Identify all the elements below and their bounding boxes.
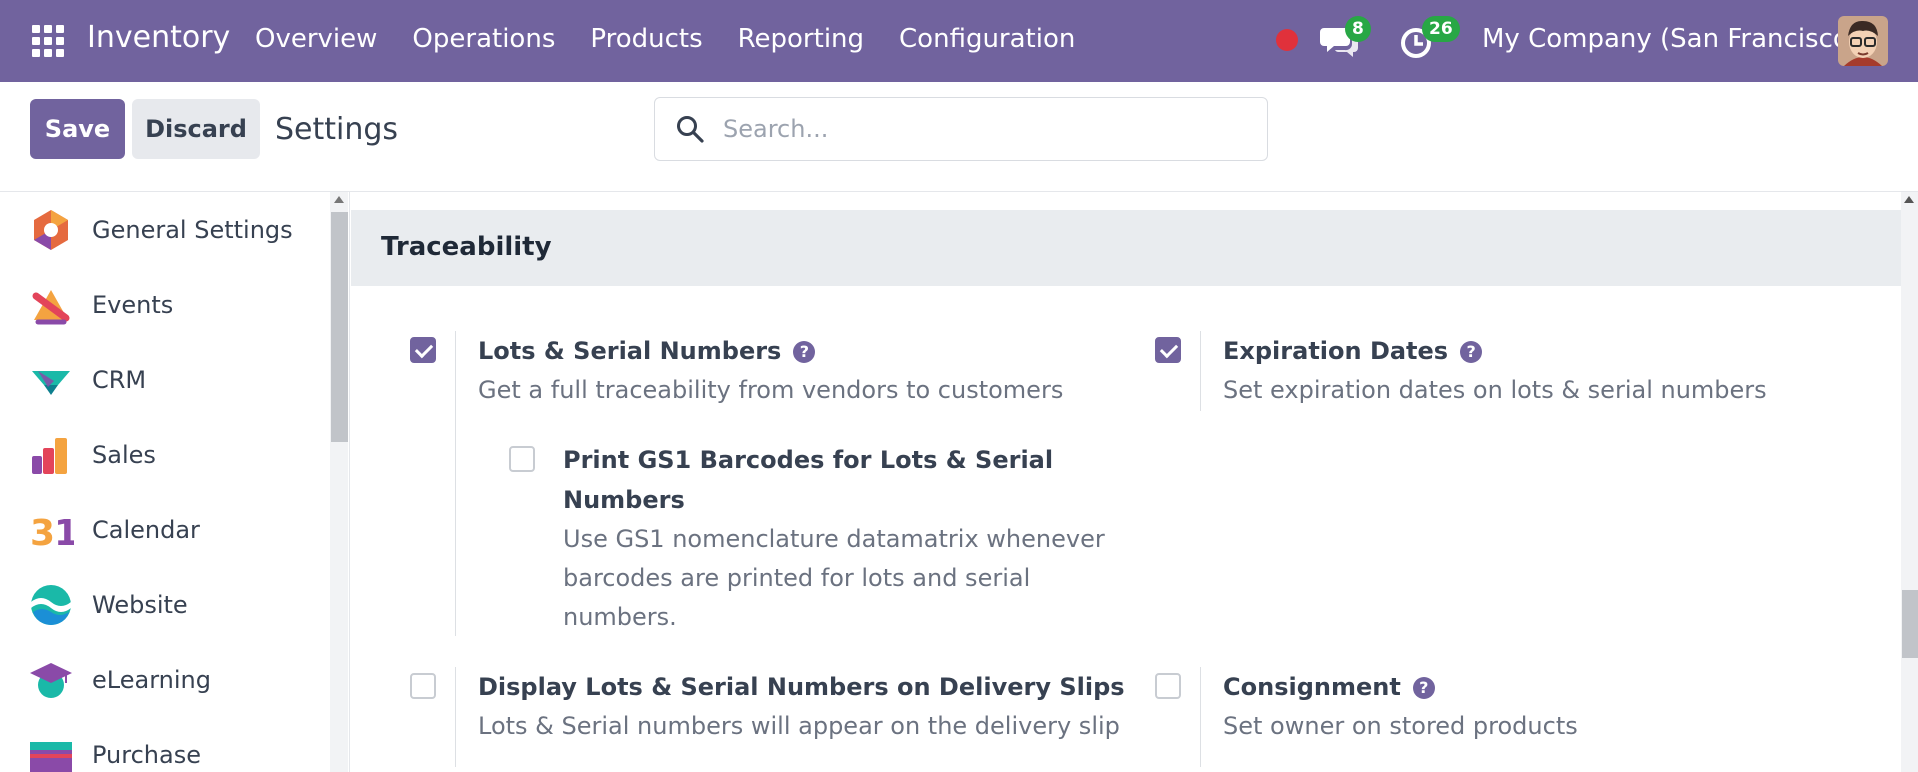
menu-products[interactable]: Products (590, 24, 702, 54)
setting-description: Get a full traceability from vendors to … (478, 376, 1064, 404)
lots-serial-checkbox[interactable] (410, 337, 436, 363)
setting-description: Lots & Serial numbers will appear on the… (478, 712, 1120, 740)
app-name[interactable]: Inventory (87, 20, 230, 55)
sidebar-item-purchase[interactable]: Purchase (28, 725, 328, 772)
main-menu: Overview Operations Products Reporting C… (255, 24, 1110, 54)
help-icon[interactable]: ? (793, 341, 816, 363)
sidebar-item-label: Purchase (92, 741, 201, 769)
setting-title-line1: Print GS1 Barcodes for Lots & Serial (563, 446, 1054, 474)
menu-configuration[interactable]: Configuration (899, 24, 1075, 54)
sidebar-item-label: Website (92, 591, 188, 619)
content-scroll-up-icon[interactable] (1904, 196, 1914, 203)
recording-indicator-icon[interactable] (1276, 29, 1298, 51)
sidebar-scrollbar-thumb[interactable] (331, 212, 348, 442)
page-title: Settings (275, 112, 399, 147)
consignment-checkbox[interactable] (1155, 673, 1181, 699)
top-navbar: Inventory Overview Operations Products R… (0, 0, 1918, 82)
menu-overview[interactable]: Overview (255, 24, 377, 54)
company-switcher[interactable]: My Company (San Francisco) (1482, 24, 1859, 54)
help-icon[interactable]: ? (1412, 677, 1435, 699)
svg-text:1: 1 (54, 513, 74, 553)
setting-title: Lots & Serial Numbers? (478, 331, 816, 371)
website-icon (31, 585, 71, 625)
sidebar-item-label: Calendar (92, 516, 200, 544)
section-title: Traceability (381, 232, 552, 262)
sidebar-item-crm[interactable]: CRM (28, 350, 328, 410)
general-settings-icon (34, 210, 68, 250)
divider (1200, 331, 1201, 411)
sidebar-scroll-up-icon[interactable] (334, 196, 344, 203)
divider (1200, 667, 1201, 767)
purchase-icon (30, 742, 72, 772)
setting-description-line1: Use GS1 nomenclature datamatrix whenever (563, 525, 1105, 553)
setting-description-line3: numbers. (563, 603, 677, 631)
sidebar-item-label: Sales (92, 441, 156, 469)
lots-delivery-slips-checkbox[interactable] (410, 673, 436, 699)
content-scrollbar-thumb[interactable] (1902, 590, 1918, 658)
settings-sidebar: General Settings Events CRM Sales 3 1 Ca… (0, 192, 350, 772)
user-avatar[interactable] (1838, 16, 1888, 66)
section-header: Traceability (351, 210, 1901, 286)
menu-reporting[interactable]: Reporting (738, 24, 864, 54)
menu-operations[interactable]: Operations (412, 24, 555, 54)
activities-count-badge: 26 (1422, 16, 1460, 42)
setting-title: Expiration Dates? (1223, 331, 1483, 371)
sales-icon (32, 438, 67, 474)
setting-description: Set owner on stored products (1223, 712, 1578, 740)
search-box[interactable] (654, 97, 1268, 161)
help-icon[interactable]: ? (1460, 341, 1483, 363)
sidebar-item-website[interactable]: Website (28, 575, 328, 635)
sidebar-item-events[interactable]: Events (28, 275, 328, 335)
setting-title: Display Lots & Serial Numbers on Deliver… (478, 673, 1125, 701)
svg-text:3: 3 (30, 513, 55, 553)
sidebar-item-calendar[interactable]: 3 1 Calendar (28, 500, 328, 560)
sidebar-item-sales[interactable]: Sales (28, 425, 328, 485)
events-icon (32, 290, 70, 325)
divider (455, 667, 456, 767)
settings-content: Traceability Lots & Serial Numbers? Get … (351, 192, 1901, 772)
setting-description-line2: barcodes are printed for lots and serial (563, 564, 1031, 592)
setting-title-line2: Numbers (563, 486, 685, 514)
apps-menu-icon[interactable] (32, 25, 64, 57)
sidebar-item-label: General Settings (92, 216, 293, 244)
crm-icon (32, 371, 70, 395)
setting-description: Set expiration dates on lots & serial nu… (1223, 376, 1767, 404)
search-icon (677, 116, 704, 143)
content-scrollbar[interactable] (1901, 192, 1918, 772)
save-button[interactable]: Save (30, 99, 125, 159)
divider (455, 331, 456, 636)
messages-count-badge: 8 (1345, 16, 1371, 42)
sidebar-item-label: Events (92, 291, 174, 319)
sidebar-item-elearning[interactable]: eLearning (28, 650, 328, 710)
elearning-icon (30, 663, 72, 698)
gs1-barcodes-checkbox[interactable] (509, 446, 535, 472)
sidebar-item-label: eLearning (92, 666, 211, 694)
sidebar-item-general-settings[interactable]: General Settings (28, 200, 328, 260)
search-input[interactable] (723, 115, 1243, 143)
expiration-dates-checkbox[interactable] (1155, 337, 1181, 363)
discard-button[interactable]: Discard (132, 99, 260, 159)
sidebar-item-label: CRM (92, 366, 147, 394)
calendar-icon: 3 1 (30, 513, 74, 553)
control-panel: Save Discard Settings (0, 82, 1918, 192)
setting-title: Consignment? (1223, 667, 1435, 707)
